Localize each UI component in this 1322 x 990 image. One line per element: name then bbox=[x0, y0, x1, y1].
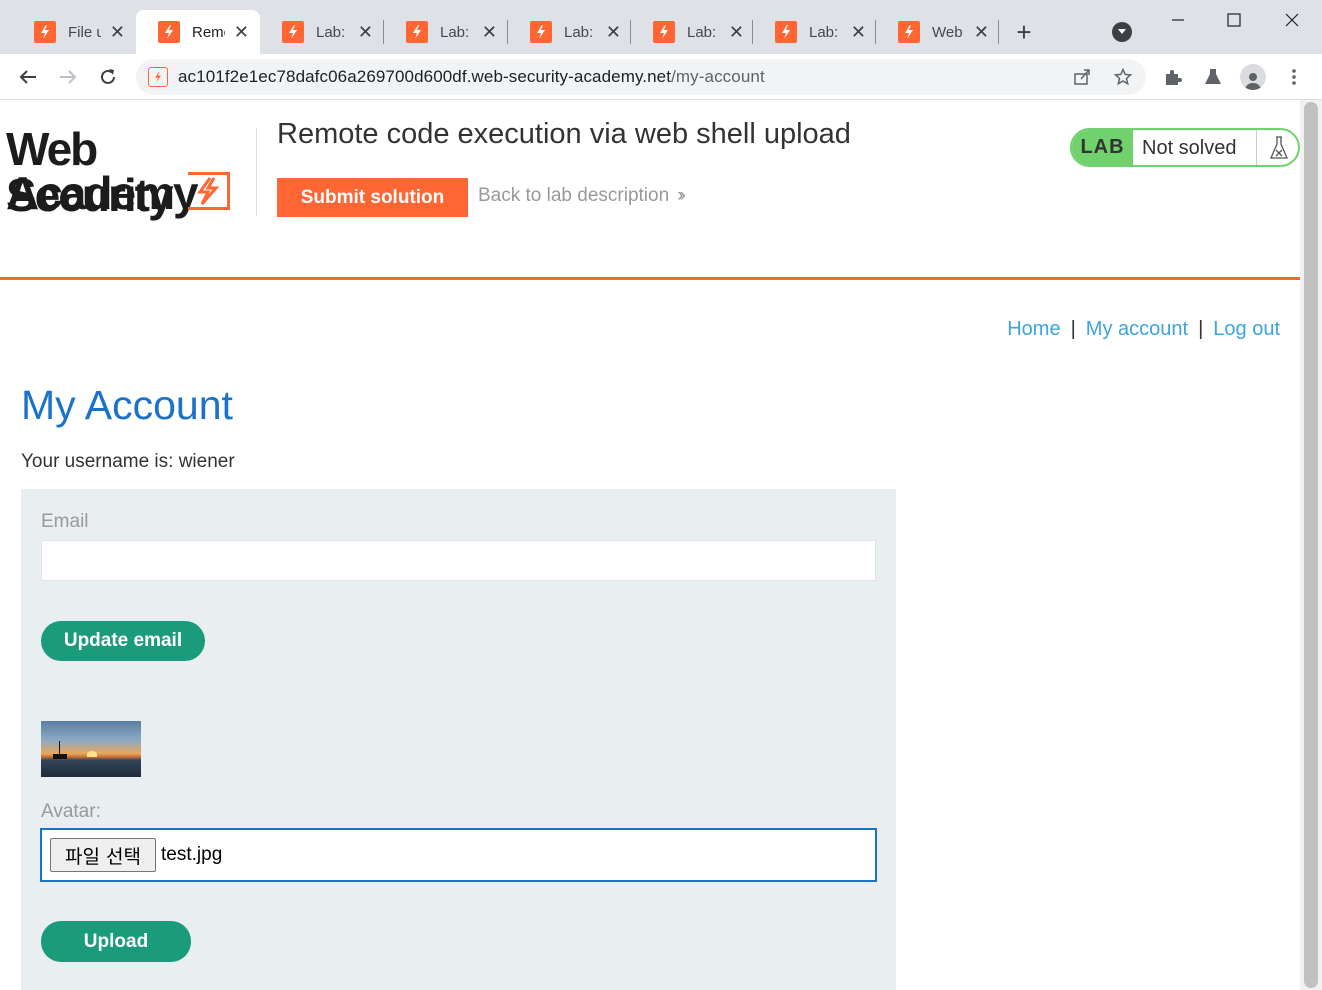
avatar-image bbox=[41, 721, 141, 777]
reload-icon[interactable] bbox=[93, 62, 123, 92]
account-form-panel: Email Update email Avatar: 파일 선택 test.jp… bbox=[21, 489, 896, 990]
lab-status-text: Not solved bbox=[1142, 137, 1237, 159]
browser-tab[interactable]: File up ✕ bbox=[12, 10, 136, 54]
bookmark-star-icon[interactable] bbox=[1111, 65, 1135, 89]
close-tab-icon[interactable]: ✕ bbox=[481, 21, 498, 43]
browser-tab[interactable]: Lab: W ✕ bbox=[384, 10, 508, 54]
close-tab-icon[interactable]: ✕ bbox=[605, 21, 622, 43]
username-text: Your username is: wiener bbox=[21, 451, 235, 472]
lab-header: Web Security Academy Remote code executi… bbox=[0, 100, 1300, 280]
lab-badge: LAB bbox=[1072, 130, 1133, 165]
sun-shape bbox=[87, 751, 97, 757]
burp-favicon-icon bbox=[158, 21, 180, 43]
url-path: /my-account bbox=[671, 67, 765, 86]
close-tab-icon[interactable]: ✕ bbox=[233, 21, 250, 43]
tab-title: Remot bbox=[192, 23, 225, 41]
close-tab-icon[interactable]: ✕ bbox=[850, 21, 867, 43]
page-heading: My Account bbox=[21, 382, 233, 428]
tab-title: Web s bbox=[932, 23, 965, 41]
upload-button[interactable]: Upload bbox=[41, 921, 191, 962]
scrollbar-thumb[interactable] bbox=[1304, 102, 1318, 988]
burp-favicon-icon bbox=[653, 21, 675, 43]
browser-tab[interactable]: Lab: R ✕ bbox=[631, 10, 755, 54]
email-field[interactable] bbox=[41, 540, 876, 581]
page-scrollbar[interactable] bbox=[1300, 100, 1322, 990]
nav-my-account-link[interactable]: My account bbox=[1086, 318, 1188, 340]
tab-title: File up bbox=[68, 23, 101, 41]
flask-icon bbox=[1256, 130, 1298, 165]
close-window-icon[interactable] bbox=[1272, 6, 1312, 34]
tab-title: Lab: R bbox=[687, 23, 720, 41]
burp-favicon-icon bbox=[282, 21, 304, 43]
profile-avatar-icon[interactable] bbox=[1240, 64, 1266, 90]
nav-home-link[interactable]: Home bbox=[1007, 318, 1060, 340]
minimize-icon[interactable] bbox=[1158, 6, 1198, 34]
close-tab-icon[interactable]: ✕ bbox=[357, 21, 374, 43]
nav-separator: | bbox=[1198, 318, 1204, 340]
choose-file-button[interactable]: 파일 선택 bbox=[50, 838, 156, 872]
labs-flask-icon[interactable] bbox=[1200, 64, 1226, 90]
site-favicon-icon bbox=[148, 67, 168, 87]
tab-title: Lab: W bbox=[316, 23, 349, 41]
boat-shape bbox=[53, 754, 67, 759]
browser-tab[interactable]: Lab: W ✕ bbox=[260, 10, 384, 54]
update-email-button[interactable]: Update email bbox=[41, 621, 205, 661]
lab-status-widget: LAB Not solved bbox=[1070, 128, 1300, 167]
browser-tab[interactable]: Lab: W ✕ bbox=[508, 10, 632, 54]
tab-search-icon[interactable] bbox=[1112, 22, 1132, 42]
back-to-lab-description-link[interactable]: Back to lab description ›› bbox=[478, 185, 686, 207]
new-tab-plus-icon[interactable]: + bbox=[1010, 17, 1038, 47]
url-host: ac101f2e1ec78dafc06a269700d600df.web-sec… bbox=[178, 67, 672, 86]
browser-toolbar: ac101f2e1ec78dafc06a269700d600df.web-sec… bbox=[0, 54, 1322, 100]
close-tab-icon[interactable]: ✕ bbox=[728, 21, 745, 43]
browser-tab-bar: File up ✕ Remot ✕ Lab: W ✕ Lab: W ✕ Lab:… bbox=[0, 0, 1322, 54]
logo-divider bbox=[256, 128, 257, 216]
logo-line-2: Academy bbox=[6, 167, 199, 219]
boat-mast-shape bbox=[59, 741, 60, 755]
back-arrow-icon[interactable] bbox=[13, 62, 43, 92]
nav-separator: | bbox=[1070, 318, 1076, 340]
nav-log-out-link[interactable]: Log out bbox=[1213, 318, 1280, 340]
avatar-label: Avatar: bbox=[41, 801, 101, 822]
email-label: Email bbox=[41, 511, 89, 532]
burp-favicon-icon bbox=[406, 21, 428, 43]
browser-menu-icon[interactable] bbox=[1281, 64, 1307, 90]
burp-favicon-icon bbox=[34, 21, 56, 43]
browser-tab-active[interactable]: Remot ✕ bbox=[136, 10, 260, 54]
close-tab-icon[interactable]: ✕ bbox=[109, 21, 126, 43]
web-security-academy-logo[interactable]: Web Security Academy bbox=[6, 126, 256, 218]
tab-title: Lab: W bbox=[440, 23, 473, 41]
double-chevron-right-icon: ›› bbox=[677, 185, 685, 206]
avatar-file-input[interactable]: 파일 선택 test.jpg bbox=[40, 828, 877, 882]
submit-solution-button[interactable]: Submit solution bbox=[277, 178, 468, 217]
burp-favicon-icon bbox=[775, 21, 797, 43]
logo-bolt-icon bbox=[188, 172, 230, 210]
share-icon[interactable] bbox=[1070, 65, 1094, 89]
lab-title: Remote code execution via web shell uplo… bbox=[277, 118, 851, 150]
burp-favicon-icon bbox=[530, 21, 552, 43]
url-text: ac101f2e1ec78dafc06a269700d600df.web-sec… bbox=[178, 67, 765, 87]
tab-title: Lab: W bbox=[809, 23, 842, 41]
burp-favicon-icon bbox=[898, 21, 920, 43]
tab-title: Lab: W bbox=[564, 23, 597, 41]
maximize-icon[interactable] bbox=[1214, 6, 1254, 34]
top-navigation: Home | My account | Log out bbox=[1007, 318, 1280, 341]
back-link-label: Back to lab description bbox=[478, 185, 670, 206]
address-bar[interactable]: ac101f2e1ec78dafc06a269700d600df.web-sec… bbox=[136, 59, 1146, 95]
browser-tab[interactable]: Web s ✕ bbox=[876, 10, 1000, 54]
browser-tab[interactable]: Lab: W ✕ bbox=[753, 10, 877, 54]
extensions-puzzle-icon[interactable] bbox=[1160, 64, 1186, 90]
tab-separator bbox=[998, 20, 999, 44]
forward-arrow-icon[interactable] bbox=[53, 62, 83, 92]
page-content: Web Security Academy Remote code executi… bbox=[0, 100, 1300, 990]
close-tab-icon[interactable]: ✕ bbox=[973, 21, 990, 43]
selected-file-name: test.jpg bbox=[161, 844, 223, 865]
